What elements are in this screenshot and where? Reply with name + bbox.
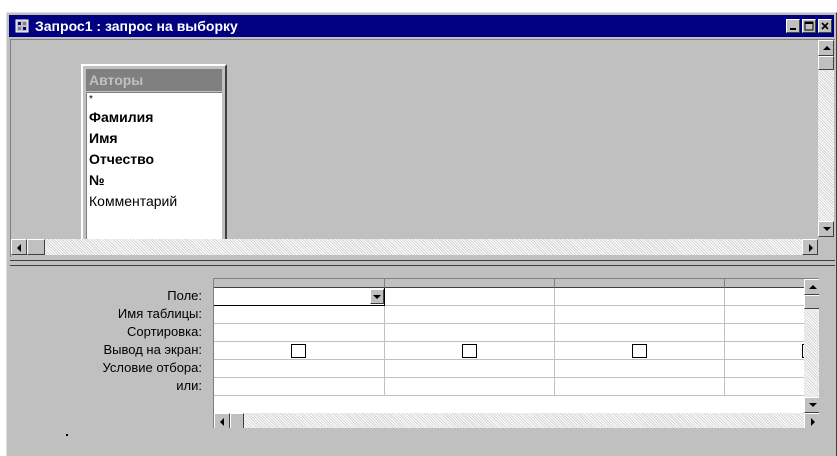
- arrow-left-icon: [220, 418, 224, 426]
- sort-cell[interactable]: [385, 324, 555, 342]
- field-patronymic[interactable]: Отчество: [89, 149, 222, 170]
- close-button[interactable]: [818, 19, 832, 33]
- stray-dot: [66, 434, 68, 436]
- field-dropdown-button[interactable]: [370, 289, 384, 304]
- column-selector[interactable]: [385, 279, 555, 288]
- field-cell[interactable]: [385, 288, 555, 306]
- close-icon: [821, 22, 829, 30]
- upper-vertical-scrollbar[interactable]: [818, 40, 834, 237]
- field-number[interactable]: №: [89, 170, 222, 191]
- pane-splitter[interactable]: [10, 260, 835, 266]
- grid-row-labels: Поле: Имя таблицы: Сортировка: Вывод на …: [0, 287, 204, 395]
- arrow-left-icon: [17, 244, 21, 252]
- scroll-left-button[interactable]: [214, 413, 230, 428]
- table-cell[interactable]: [385, 306, 555, 324]
- maximize-button[interactable]: [802, 19, 816, 33]
- table-cell[interactable]: [214, 306, 385, 324]
- show-checkbox[interactable]: [291, 344, 306, 358]
- or-cell[interactable]: [555, 378, 725, 396]
- arrow-down-icon: [809, 403, 817, 407]
- criteria-cell[interactable]: [214, 360, 385, 378]
- arrow-right-icon: [811, 418, 815, 426]
- field-surname[interactable]: Фамилия: [89, 107, 222, 128]
- upper-horizontal-scrollbar[interactable]: [11, 239, 818, 255]
- row-label-or: или:: [176, 378, 202, 393]
- scroll-left-button[interactable]: [11, 239, 27, 255]
- scroll-up-button[interactable]: [804, 279, 819, 295]
- column-selector[interactable]: [214, 279, 385, 288]
- table-pane[interactable]: Авторы * Фамилия Имя Отчество № Коммента…: [10, 39, 835, 257]
- scroll-down-button[interactable]: [818, 221, 834, 237]
- or-cell[interactable]: [385, 378, 555, 396]
- field-cell[interactable]: [555, 288, 725, 306]
- or-cell[interactable]: [214, 378, 385, 396]
- grid-horizontal-scrollbar[interactable]: [214, 413, 819, 428]
- arrow-up-icon: [823, 46, 831, 50]
- grid-vertical-scrollbar[interactable]: [804, 279, 819, 413]
- field-all[interactable]: *: [89, 93, 222, 107]
- scroll-thumb-h[interactable]: [230, 413, 244, 428]
- show-checkbox[interactable]: [462, 344, 477, 358]
- minimize-button[interactable]: [786, 19, 800, 33]
- show-cell[interactable]: [214, 342, 385, 360]
- scroll-thumb[interactable]: [804, 295, 819, 309]
- column-selector[interactable]: [555, 279, 725, 288]
- scroll-right-button[interactable]: [804, 413, 819, 428]
- title-bar[interactable]: Запрос1 : запрос на выборку: [9, 15, 834, 37]
- scroll-right-button[interactable]: [802, 239, 818, 255]
- arrow-right-icon: [809, 244, 813, 252]
- row-label-sort: Сортировка:: [127, 324, 202, 339]
- table-cell[interactable]: [555, 306, 725, 324]
- minimize-icon: [790, 28, 796, 30]
- table-name[interactable]: Авторы: [86, 69, 222, 91]
- scroll-thumb-h[interactable]: [27, 239, 45, 255]
- row-label-table: Имя таблицы:: [117, 306, 202, 321]
- arrow-up-icon: [809, 285, 817, 289]
- field-comment[interactable]: Комментарий: [89, 191, 222, 212]
- window-title: Запрос1 : запрос на выборку: [35, 18, 238, 34]
- row-label-show: Вывод на экран:: [103, 342, 202, 357]
- sort-cell[interactable]: [555, 324, 725, 342]
- chevron-down-icon: [373, 295, 381, 299]
- row-label-field: Поле:: [167, 288, 202, 303]
- scroll-thumb[interactable]: [818, 56, 834, 70]
- field-list[interactable]: * Фамилия Имя Отчество № Комментарий: [86, 92, 222, 239]
- show-cell[interactable]: [555, 342, 725, 360]
- scroll-up-button[interactable]: [818, 40, 834, 56]
- scroll-down-button[interactable]: [804, 397, 819, 413]
- row-label-criteria: Условие отбора:: [102, 360, 202, 375]
- criteria-cell[interactable]: [385, 360, 555, 378]
- table-field-list[interactable]: Авторы * Фамилия Имя Отчество № Коммента…: [81, 64, 227, 244]
- query-icon: [15, 19, 29, 33]
- maximize-icon: [804, 21, 814, 31]
- criteria-cell[interactable]: [555, 360, 725, 378]
- sort-cell[interactable]: [214, 324, 385, 342]
- field-name[interactable]: Имя: [89, 128, 222, 149]
- show-checkbox[interactable]: [632, 344, 647, 358]
- field-cell[interactable]: [214, 288, 385, 306]
- show-cell[interactable]: [385, 342, 555, 360]
- arrow-down-icon: [823, 227, 831, 231]
- query-design-grid[interactable]: [213, 278, 819, 428]
